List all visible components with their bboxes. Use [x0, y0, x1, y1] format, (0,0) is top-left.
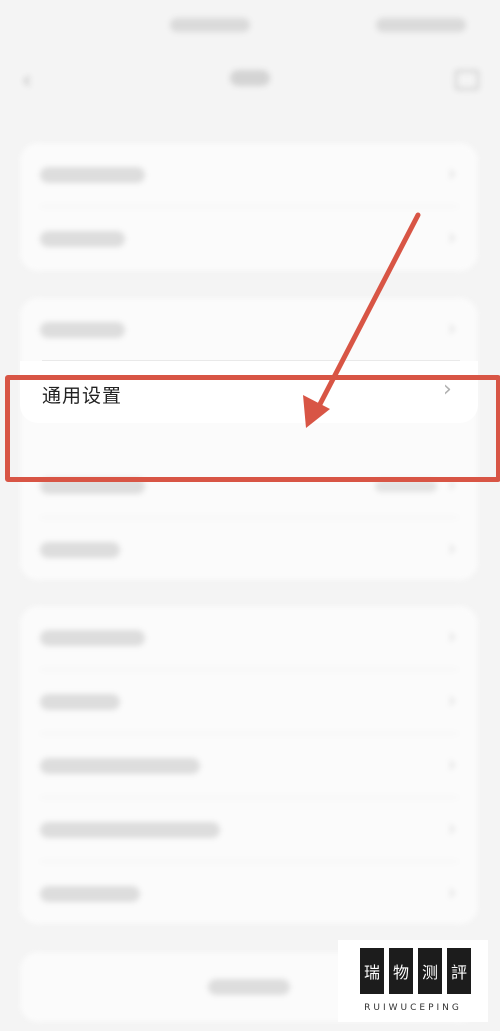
- watermark-char: 評: [447, 948, 471, 994]
- settings-row[interactable]: ›: [20, 734, 478, 797]
- settings-card-about: › › › › ›: [20, 606, 478, 924]
- status-bar-indicators: [376, 18, 466, 32]
- settings-row[interactable]: ›: [20, 207, 478, 270]
- chevron-right-icon: ›: [448, 688, 456, 712]
- row-label: [40, 758, 200, 774]
- settings-row[interactable]: ›: [20, 798, 478, 861]
- row-label: [40, 231, 125, 247]
- settings-row[interactable]: ›: [20, 143, 478, 206]
- watermark: 瑞 物 测 評 RUIWUCEPING: [338, 940, 488, 1022]
- chevron-right-icon: ›: [448, 752, 456, 776]
- chevron-right-icon: ›: [448, 816, 456, 840]
- row-label: [40, 630, 145, 646]
- settings-row[interactable]: ›: [20, 862, 478, 925]
- row-label: [40, 694, 120, 710]
- chevron-right-icon: ›: [448, 624, 456, 648]
- status-bar: [0, 0, 500, 50]
- watermark-char: 瑞: [360, 948, 384, 994]
- chevron-right-icon: ›: [448, 880, 456, 904]
- chevron-left-icon[interactable]: ‹: [22, 66, 32, 94]
- row-label: [40, 542, 120, 558]
- chevron-right-icon: ›: [448, 536, 456, 560]
- settings-row[interactable]: ›: [20, 518, 478, 581]
- watermark-char: 测: [418, 948, 442, 994]
- chevron-right-icon: ›: [448, 161, 456, 185]
- settings-row[interactable]: ›: [20, 670, 478, 733]
- row-label: [40, 322, 125, 338]
- logout-label: [208, 979, 290, 995]
- chevron-right-icon: ›: [448, 225, 456, 249]
- highlight-box: [5, 375, 500, 482]
- chevron-right-icon: ›: [448, 316, 456, 340]
- watermark-char: 物: [389, 948, 413, 994]
- watermark-logo: 瑞 物 测 評: [360, 948, 471, 994]
- navigation-bar: ‹: [0, 50, 500, 110]
- page-title: [230, 70, 270, 86]
- settings-row[interactable]: ›: [20, 606, 478, 669]
- more-icon[interactable]: [455, 70, 479, 90]
- row-label: [40, 167, 145, 183]
- settings-card-account: › ›: [20, 143, 478, 271]
- row-label: [40, 886, 140, 902]
- watermark-caption: RUIWUCEPING: [364, 1003, 462, 1013]
- settings-row[interactable]: ›: [20, 298, 478, 361]
- row-label: [40, 822, 220, 838]
- status-bar-text: [170, 18, 250, 32]
